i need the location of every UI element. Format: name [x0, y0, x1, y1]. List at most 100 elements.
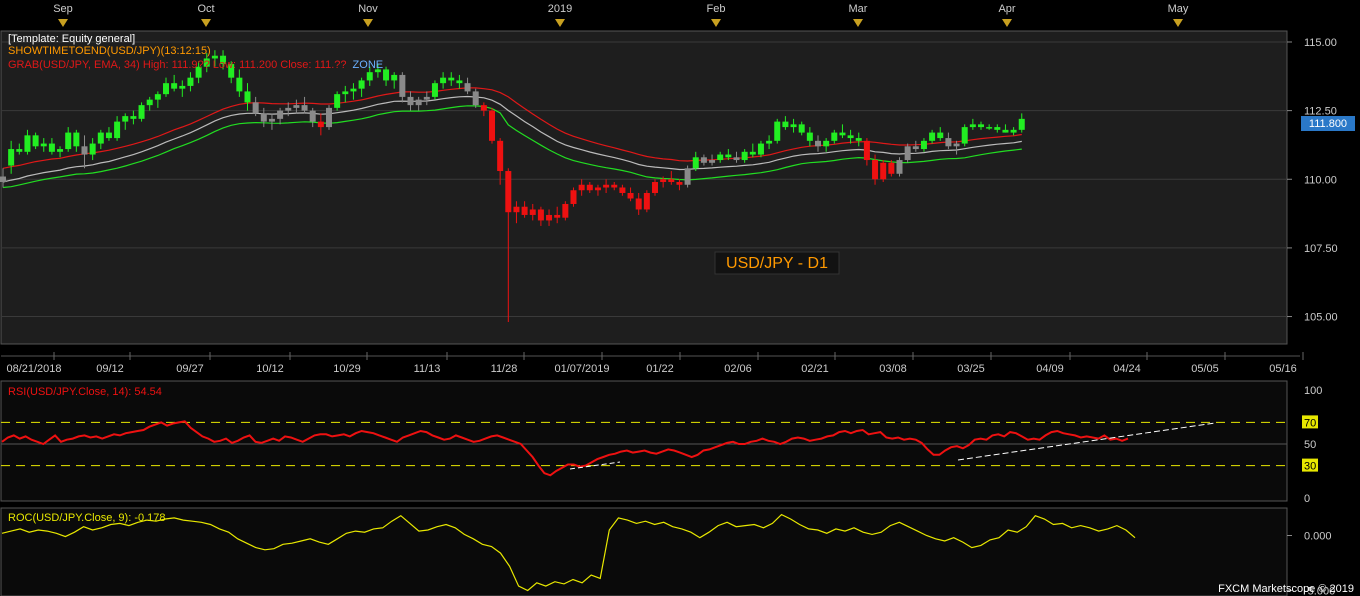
candle-body	[839, 132, 846, 136]
candle-body	[546, 214, 553, 221]
candle-body	[407, 96, 414, 106]
candle-body	[464, 83, 471, 92]
candle	[896, 157, 903, 177]
candle-body	[529, 209, 536, 215]
date-tick-label: 10/12	[256, 363, 284, 375]
date-tick-label: 09/12	[96, 363, 124, 375]
date-tick-label: 05/16	[1269, 363, 1297, 375]
date-tick-label: 04/24	[1113, 363, 1141, 375]
candle-body	[815, 140, 821, 147]
candle-body	[1002, 129, 1009, 133]
candle-body	[912, 146, 919, 150]
candle-body	[594, 187, 601, 191]
candle-body	[236, 77, 243, 92]
month-label: Sep	[53, 3, 73, 15]
candle-body	[260, 113, 267, 122]
candle-body	[423, 96, 430, 100]
roc-panel[interactable]: ROC(USD/JPY.Close, 9): -0.178	[0, 507, 1288, 596]
candle-body	[472, 91, 479, 106]
candle-body	[97, 132, 104, 144]
candle-body	[252, 102, 259, 114]
candle-body	[342, 91, 349, 95]
candle-body	[1010, 129, 1017, 133]
grab-label: GRAB(USD/JPY, EMA, 34) High: 111.9?? Low…	[8, 59, 383, 71]
candle-body	[611, 184, 618, 188]
candle-body	[301, 105, 308, 111]
month-label: May	[1168, 3, 1189, 15]
month-label: Oct	[197, 3, 214, 15]
candle-body	[798, 124, 805, 133]
candle-body	[334, 94, 341, 108]
candle-body	[122, 116, 129, 122]
candle-body	[700, 157, 707, 163]
candle-body	[774, 121, 781, 141]
zone-text: ZONE	[353, 59, 384, 71]
candle-body	[171, 83, 178, 89]
candle-body	[692, 157, 699, 169]
candle-body	[114, 121, 121, 139]
candle-body	[929, 132, 936, 141]
candle-body	[32, 135, 39, 147]
copyright-label: FXCM Marketscope © 2019	[1218, 583, 1354, 595]
candle-body	[920, 140, 927, 150]
month-label: Apr	[998, 3, 1015, 15]
candle-body	[130, 116, 137, 119]
candle-body	[146, 99, 153, 106]
candle-body	[399, 74, 406, 97]
candle	[684, 165, 691, 188]
candle-body	[521, 206, 528, 215]
candle-body	[8, 149, 15, 166]
candle	[326, 105, 332, 130]
price-panel-bg	[0, 30, 1288, 345]
rsi-panel-bg	[0, 380, 1288, 502]
date-tick-label: 03/25	[957, 363, 985, 375]
candle-body	[586, 184, 593, 191]
candle-body	[48, 143, 55, 152]
date-tick-label: 03/08	[879, 363, 907, 375]
roc-tick-label: 0.000	[1304, 531, 1332, 543]
candle-body	[823, 140, 830, 147]
candle-body	[89, 143, 96, 155]
candle-body	[154, 94, 161, 100]
candle-body	[513, 206, 520, 213]
rsi-tick-label: 70	[1304, 417, 1316, 429]
watermark-box: USD/JPY - D1	[714, 251, 840, 275]
candle-body	[0, 176, 6, 183]
candle-body	[285, 107, 292, 111]
candle-body	[65, 132, 72, 150]
candle-body	[994, 127, 1001, 130]
candle-body	[635, 198, 642, 210]
chart-watermark: USD/JPY - D1	[726, 255, 828, 272]
candle-body	[57, 149, 64, 152]
candle-body	[766, 140, 773, 144]
candle-body	[855, 138, 862, 141]
candle-body	[497, 140, 504, 172]
grab-text: GRAB(USD/JPY, EMA, 34) High: 111.9?? Low…	[8, 59, 347, 71]
rsi-tick-label: 0	[1304, 493, 1310, 505]
rsi-tick-label: 50	[1304, 439, 1316, 451]
candle-body	[709, 160, 716, 163]
candle-body	[978, 124, 984, 128]
candle-body	[986, 127, 993, 129]
candle-body	[961, 127, 968, 144]
candle-body	[440, 77, 447, 84]
candle-body	[676, 182, 683, 185]
candle-body	[163, 83, 169, 95]
price-tick-label: 107.50	[1304, 243, 1338, 255]
date-tick-label: 01/22	[646, 363, 674, 375]
candle-body	[350, 88, 357, 92]
price-panel[interactable]: [Template: Equity general] SHOWTIMETOEND…	[0, 30, 1288, 345]
candle-body	[749, 151, 756, 155]
candle-body	[741, 151, 748, 161]
candle-body	[431, 83, 438, 97]
candle-body	[570, 190, 577, 204]
candle-body	[391, 74, 398, 81]
candle-body	[244, 91, 251, 103]
candle	[138, 102, 145, 122]
candle-body	[733, 157, 740, 161]
candle	[472, 88, 479, 108]
date-tick-label: 02/06	[724, 363, 752, 375]
candle-body	[1018, 118, 1025, 130]
candle-body	[366, 72, 373, 81]
rsi-panel[interactable]: RSI(USD/JPY.Close, 14): 54.54	[0, 380, 1288, 502]
